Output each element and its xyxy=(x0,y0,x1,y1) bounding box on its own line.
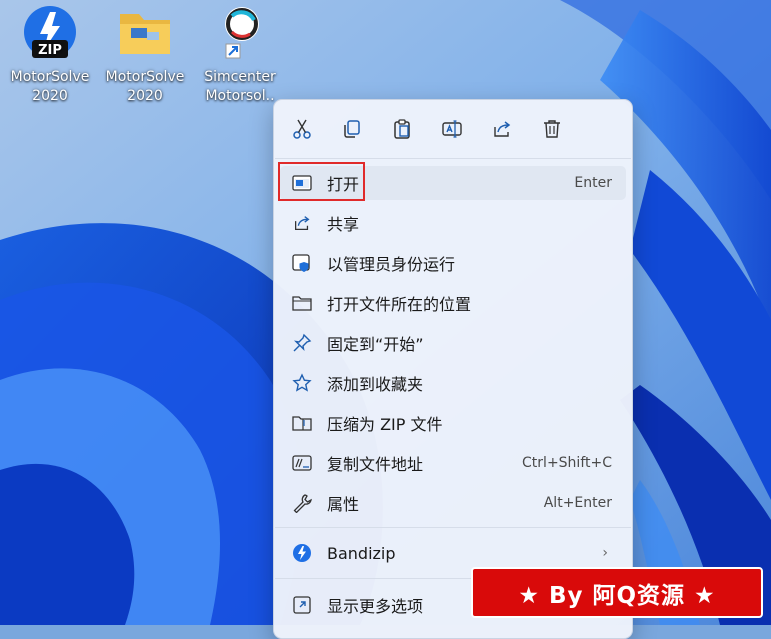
simcenter-shortcut-icon xyxy=(212,4,268,62)
copy-icon xyxy=(344,120,360,138)
menu-item-run-as-admin[interactable]: 以管理员身份运行 xyxy=(280,246,626,280)
star-icon xyxy=(290,371,314,395)
menu-item-label: 以管理员身份运行 xyxy=(327,255,456,274)
menu-item-shortcut: Ctrl+Shift+C xyxy=(522,455,612,471)
rename-icon xyxy=(442,120,462,138)
desktop-icon-motorsolve-zip[interactable]: ZIP MotorSolve 2020 xyxy=(4,4,96,106)
menu-item-label: 属性 xyxy=(327,495,360,514)
context-menu-toolbar xyxy=(274,100,632,158)
menu-item-pin-to-start[interactable]: 固定到“开始” xyxy=(280,326,626,360)
annotation-highlight-box xyxy=(278,162,365,201)
share-button[interactable] xyxy=(487,114,517,144)
folder-icon xyxy=(117,4,173,62)
paste-button[interactable] xyxy=(387,114,417,144)
menu-item-compress-zip[interactable]: 压缩为 ZIP 文件 xyxy=(280,406,626,440)
menu-item-label: Bandizip xyxy=(327,543,396,563)
desktop-icon-label: Simcenter Motorsol.. xyxy=(204,69,276,104)
scissors-icon xyxy=(293,119,311,139)
separator xyxy=(275,527,631,528)
menu-item-label: 共享 xyxy=(327,215,360,234)
separator xyxy=(275,158,631,159)
zip-badge-text: ZIP xyxy=(38,43,62,58)
watermark-banner: ★ By 阿Q资源 ★ xyxy=(471,567,763,618)
rename-button[interactable] xyxy=(437,114,467,144)
menu-item-shortcut: Enter xyxy=(574,175,612,191)
share-icon xyxy=(494,121,511,137)
menu-item-share[interactable]: 共享 xyxy=(280,206,626,240)
menu-item-shortcut: Alt+Enter xyxy=(543,495,612,511)
menu-item-open-file-location[interactable]: 打开文件所在的位置 xyxy=(280,286,626,320)
copy-button[interactable] xyxy=(337,114,367,144)
menu-item-label: 压缩为 ZIP 文件 xyxy=(327,415,443,434)
chevron-right-icon: › xyxy=(602,545,608,561)
delete-button[interactable] xyxy=(537,114,567,144)
menu-item-label: 固定到“开始” xyxy=(327,335,424,354)
cut-button[interactable] xyxy=(287,114,317,144)
copy-path-icon xyxy=(290,451,314,475)
pin-icon xyxy=(290,331,314,355)
menu-item-properties[interactable]: 属性 Alt+Enter xyxy=(280,486,626,520)
desktop-icon-label: MotorSolve 2020 xyxy=(10,69,90,104)
desktop-icon-simcenter[interactable]: Simcenter Motorsol.. xyxy=(194,4,286,106)
share-icon xyxy=(290,211,314,235)
show-more-icon xyxy=(290,593,314,617)
menu-item-label: 打开文件所在的位置 xyxy=(327,295,472,314)
zip-folder-icon xyxy=(290,411,314,435)
menu-item-copy-file-path[interactable]: 复制文件地址 Ctrl+Shift+C xyxy=(280,446,626,480)
zip-archive-icon: ZIP xyxy=(22,4,78,62)
trash-icon xyxy=(544,120,560,138)
wrench-icon xyxy=(290,491,314,515)
admin-shield-icon xyxy=(290,251,314,275)
folder-outline-icon xyxy=(290,291,314,315)
menu-item-label: 复制文件地址 xyxy=(327,455,424,474)
paste-icon xyxy=(394,119,410,139)
bandizip-icon xyxy=(290,541,314,565)
desktop-icon-label: MotorSolve 2020 xyxy=(105,69,185,104)
menu-item-bandizip[interactable]: Bandizip › xyxy=(280,536,626,570)
menu-item-add-to-favorites[interactable]: 添加到收藏夹 xyxy=(280,366,626,400)
desktop-icon-motorsolve-folder[interactable]: MotorSolve 2020 xyxy=(99,4,191,106)
menu-item-label: 添加到收藏夹 xyxy=(327,375,424,394)
